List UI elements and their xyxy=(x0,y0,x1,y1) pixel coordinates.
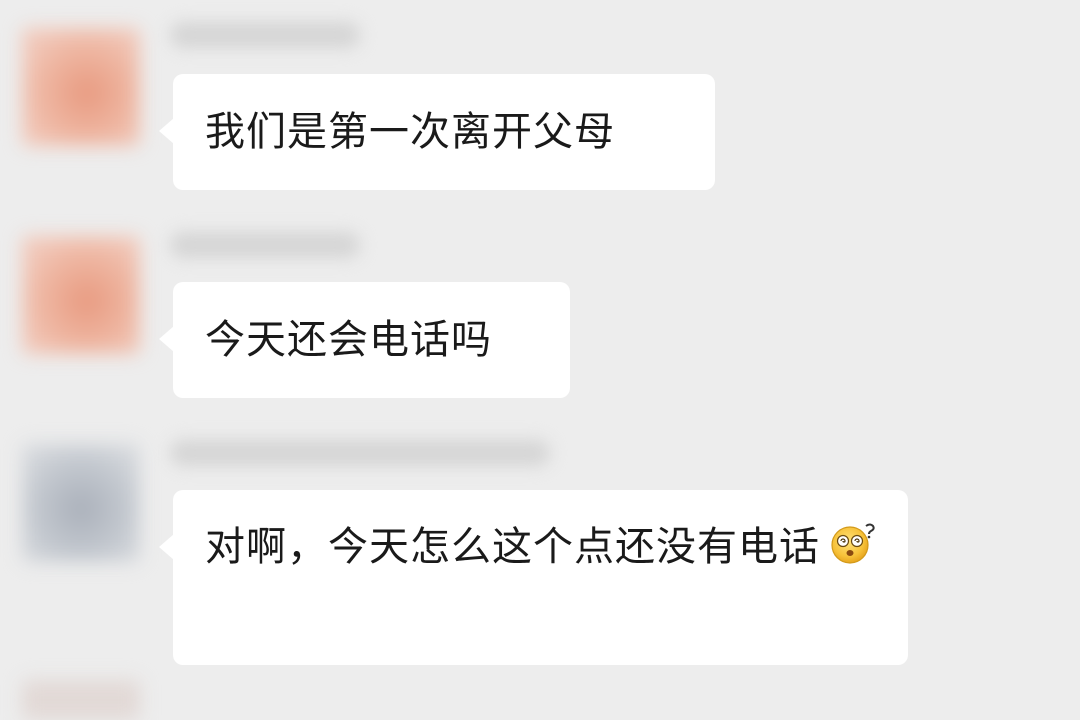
avatar[interactable] xyxy=(22,28,140,146)
sender-name-blurred xyxy=(170,440,550,466)
avatar[interactable] xyxy=(22,236,140,354)
avatar[interactable] xyxy=(22,444,140,562)
sender-name-blurred xyxy=(170,22,360,48)
message-text: 对啊，今天怎么这个点还没有电话 xyxy=(205,524,820,570)
chat-thread: 我们是第一次离开父母 今天还会电话吗 对啊，今天怎么这个点还没有电话 xyxy=(0,0,1080,720)
message-text: 我们是第一次离开父母 xyxy=(205,109,615,155)
avatar xyxy=(22,680,140,720)
sender-name-blurred xyxy=(170,232,360,258)
message-bubble[interactable]: 我们是第一次离开父母 xyxy=(159,74,715,190)
message-text: 今天还会电话吗 xyxy=(205,317,492,363)
dizzy-face-emoji-icon xyxy=(828,520,878,566)
message-bubble[interactable]: 对啊，今天怎么这个点还没有电话 xyxy=(159,490,908,665)
message-bubble[interactable]: 今天还会电话吗 xyxy=(159,282,570,398)
